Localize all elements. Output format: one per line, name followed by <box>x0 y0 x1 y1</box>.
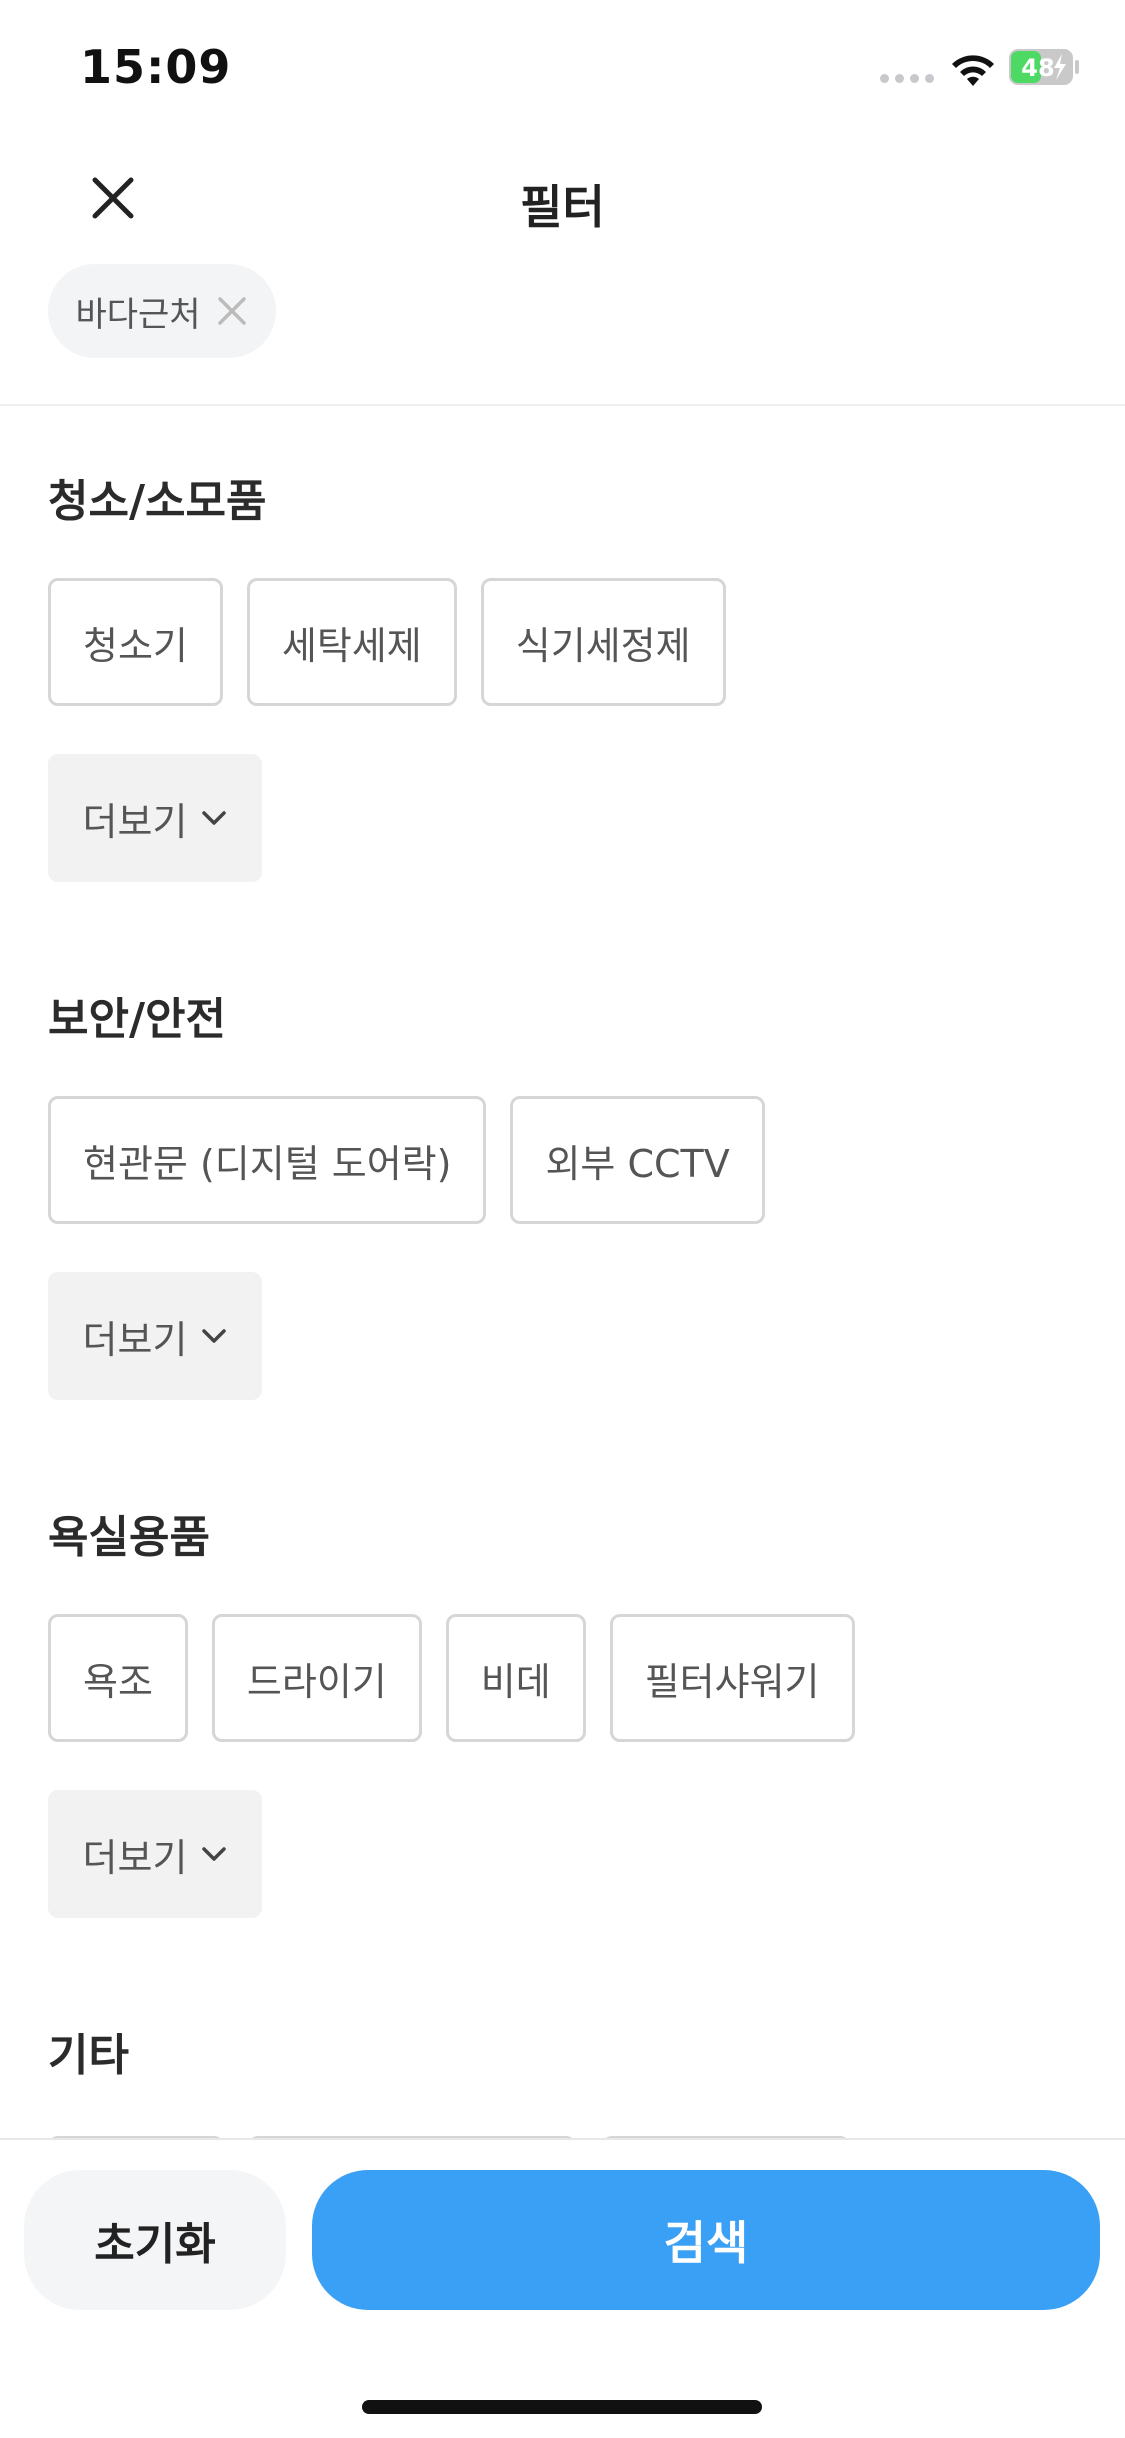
more-button[interactable]: 더보기 <box>48 754 262 882</box>
section-title: 욕실용품 <box>48 1512 210 1563</box>
status-bar: 15:09 48 <box>0 0 1125 135</box>
header: 필터 <box>0 135 1125 260</box>
more-label: 더보기 <box>82 799 188 844</box>
search-button[interactable]: 검색 <box>312 2170 1100 2310</box>
section-other: 기타 <box>48 2026 1078 2086</box>
more-label: 더보기 <box>82 1835 188 1880</box>
chip-option[interactable]: 욕조 <box>48 1614 188 1742</box>
section-security: 보안/안전 현관문 (디지털 도어락) 외부 CCTV 더보기 <box>48 990 1078 1400</box>
more-label: 더보기 <box>82 1317 188 1362</box>
divider <box>0 404 1125 406</box>
section-title: 보안/안전 <box>48 994 226 1045</box>
bottom-action-bar: 초기화 검색 <box>0 2138 1125 2438</box>
page-title: 필터 <box>520 180 605 234</box>
reset-button[interactable]: 초기화 <box>24 2170 286 2310</box>
selected-filter-chip: 바다근처 <box>48 264 276 358</box>
selected-filter-label: 바다근처 <box>75 294 201 335</box>
close-icon <box>217 297 246 325</box>
section-title: 기타 <box>48 2030 129 2081</box>
chevron-down-icon <box>202 811 227 825</box>
chevron-down-icon <box>202 1329 227 1343</box>
chip-option[interactable]: 식기세정제 <box>480 578 726 706</box>
chip-option[interactable]: 비데 <box>445 1614 586 1742</box>
chip-option[interactable]: 현관문 (디지털 도어락) <box>48 1096 487 1224</box>
chip-group: 욕조 드라이기 비데 필터샤워기 <box>48 1614 1078 1742</box>
remove-filter-button[interactable] <box>215 294 249 328</box>
section-cleaning: 청소/소모품 청소기 세탁세제 식기세정제 더보기 <box>48 472 1078 882</box>
wifi-icon <box>952 55 994 86</box>
chip-group: 현관문 (디지털 도어락) 외부 CCTV <box>48 1096 1078 1224</box>
more-button[interactable]: 더보기 <box>48 1790 262 1918</box>
section-bathroom: 욕실용품 욕조 드라이기 비데 필터샤워기 더보기 <box>48 1508 1078 1918</box>
section-title: 청소/소모품 <box>48 476 267 527</box>
chip-option[interactable]: 청소기 <box>48 578 223 706</box>
home-indicator <box>362 2400 762 2414</box>
cellular-signal-icon <box>880 74 934 83</box>
more-button[interactable]: 더보기 <box>48 1272 262 1400</box>
battery-icon: 48 <box>1009 49 1079 85</box>
chip-group: 청소기 세탁세제 식기세정제 <box>48 578 1078 706</box>
chip-option[interactable]: 외부 CCTV <box>510 1096 765 1224</box>
battery-level: 48 <box>1021 54 1054 82</box>
chevron-down-icon <box>202 1847 227 1861</box>
status-time: 15:09 <box>80 40 232 94</box>
chip-option[interactable]: 세탁세제 <box>246 578 457 706</box>
chip-option[interactable]: 필터샤워기 <box>609 1614 855 1742</box>
chip-option[interactable]: 드라이기 <box>211 1614 422 1742</box>
